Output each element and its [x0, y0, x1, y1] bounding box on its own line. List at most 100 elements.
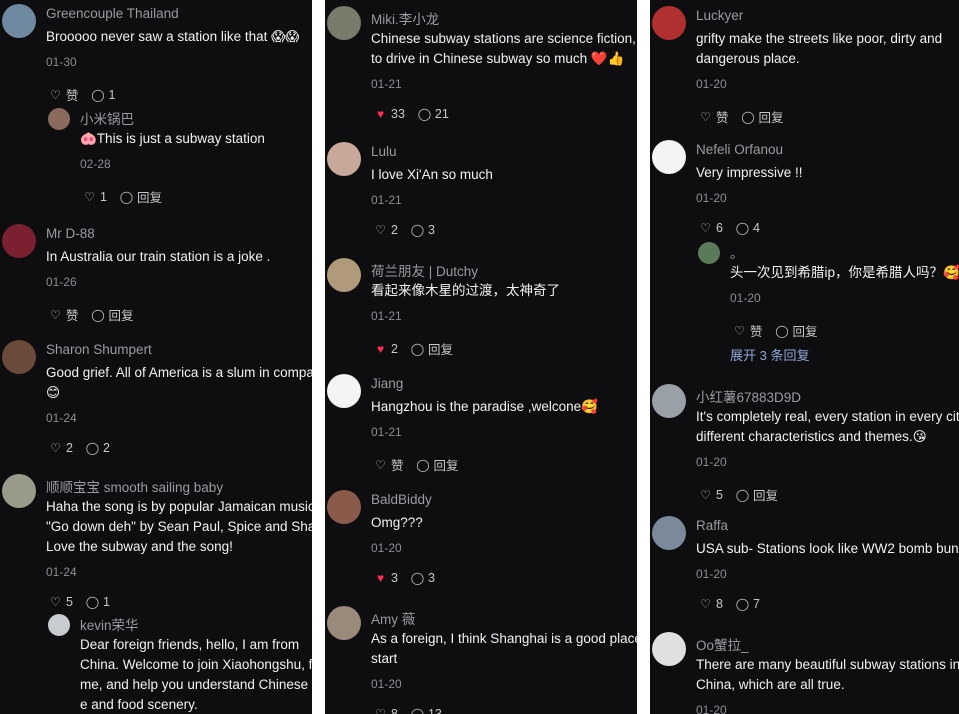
like-button[interactable]: ♡ 2 — [48, 441, 73, 455]
like-button[interactable]: ♡ 2 — [373, 223, 398, 237]
expand-replies-link[interactable]: 展开 3 条回复 — [730, 345, 809, 364]
reply-button[interactable]: ◯ 1 — [85, 595, 110, 609]
avatar[interactable] — [652, 632, 686, 666]
reply-button[interactable]: ◯ 2 — [85, 441, 110, 455]
heart-icon: ♡ — [375, 457, 386, 472]
like-button[interactable]: ♥ 3 — [373, 571, 398, 585]
reply-button[interactable]: ◯ 回复 — [410, 339, 453, 358]
avatar[interactable] — [2, 224, 36, 258]
like-button[interactable]: ♡ 赞 — [48, 305, 78, 324]
comment-author[interactable]: Mr D-88 — [46, 226, 95, 241]
reply-button[interactable]: ◯ 21 — [417, 107, 449, 121]
avatar[interactable] — [327, 374, 361, 408]
comment-actions: ♡ 8 ◯ 13 — [373, 707, 454, 714]
comment-author[interactable]: 荷兰朋友 | Dutchy — [371, 260, 478, 280]
comment-author[interactable]: BaldBiddy — [371, 492, 432, 507]
comment-actions: ♡ 8 ◯ 7 — [698, 597, 772, 611]
avatar[interactable] — [327, 490, 361, 524]
avatar[interactable] — [652, 516, 686, 550]
heart-icon: ♡ — [50, 441, 61, 455]
comment-author[interactable]: kevin荣华 — [80, 614, 139, 634]
like-count: 赞 — [66, 89, 79, 103]
comment-text-line: 看起来像木星的过渡，太神奇了 — [371, 283, 560, 298]
avatar[interactable] — [698, 242, 720, 264]
comment-text-line: Omg??? — [371, 515, 423, 530]
comment-author[interactable]: Oo蟹拉_ — [696, 634, 749, 654]
comment-bubble-icon: ◯ — [85, 595, 100, 609]
avatar[interactable] — [327, 258, 361, 292]
like-button[interactable]: ♡ 赞 — [48, 85, 79, 104]
heart-icon: ♥ — [376, 107, 385, 121]
reply-button[interactable]: ◯ 13 — [410, 707, 442, 714]
comment-author[interactable]: Luckyer — [696, 8, 743, 23]
like-button[interactable]: ♡ 5 — [698, 488, 723, 502]
like-button[interactable]: ♡ 赞 — [373, 455, 403, 474]
reply-count: 4 — [752, 221, 760, 235]
like-button[interactable]: ♡ 8 — [373, 707, 398, 714]
reply-button[interactable]: ◯ 回复 — [91, 305, 133, 324]
comment-author[interactable]: 小红薯67883D9D — [696, 386, 801, 406]
like-button[interactable]: ♡ 1 — [82, 190, 107, 204]
reply-button[interactable]: ◯ 3 — [410, 571, 435, 585]
comment-author[interactable]: Amy 薇 — [371, 608, 415, 628]
like-button[interactable]: ♡ 赞 — [732, 321, 762, 340]
comment-text-line: I love Xi'An so much — [371, 167, 493, 182]
comment-column-2: Miki.李小龙 Chinese subway stations are scie… — [325, 0, 637, 714]
avatar[interactable] — [2, 474, 36, 508]
comment-actions: ♡ 赞 ◯ 回复 — [732, 321, 830, 340]
like-button[interactable]: ♡ 5 — [48, 595, 73, 609]
comment-author[interactable]: Sharon Shumpert — [46, 342, 152, 357]
avatar[interactable] — [327, 606, 361, 640]
like-button[interactable]: ♥ 33 — [373, 107, 405, 121]
comment-author[interactable]: 顺顺宝宝 smooth sailing baby — [46, 476, 223, 496]
comment-text-line: grifty make the streets like poor, dirty… — [696, 31, 943, 46]
like-button[interactable]: ♥ 2 — [373, 342, 398, 356]
comment-author[interactable]: Miki.李小龙 — [371, 8, 439, 28]
avatar[interactable] — [2, 340, 36, 374]
comment-bubble-icon: ◯ — [85, 441, 100, 455]
comment-bubble-icon: ◯ — [735, 487, 750, 502]
reply-button[interactable]: ◯ 回复 — [416, 455, 459, 474]
like-count: 6 — [716, 221, 723, 235]
reply-count: 1 — [102, 595, 110, 609]
reply-button[interactable]: ◯ 回复 — [775, 321, 817, 340]
like-button[interactable]: ♡ 6 — [698, 221, 723, 235]
reply-count: 回复 — [433, 459, 459, 473]
heart-icon: ♥ — [376, 571, 385, 585]
reply-button[interactable]: ◯ 回复 — [735, 485, 778, 504]
comment-date: 01-20 — [696, 455, 727, 469]
avatar[interactable] — [652, 140, 686, 174]
comment-author[interactable]: Jiang — [371, 376, 403, 391]
comment-author[interactable]: Greencouple Thailand — [46, 6, 179, 21]
comment-author[interactable]: 。 — [730, 242, 744, 262]
comment-author[interactable]: Nefeli Orfanou — [696, 142, 783, 157]
reply-button[interactable]: ◯ 回复 — [741, 107, 783, 126]
reply-button[interactable]: ◯ 3 — [410, 223, 435, 237]
avatar[interactable] — [327, 6, 361, 40]
avatar[interactable] — [652, 6, 686, 40]
avatar[interactable] — [48, 614, 70, 636]
comment-text-line: Chinese subway stations are science fict… — [371, 31, 637, 46]
like-button[interactable]: ♡ 赞 — [698, 107, 728, 126]
avatar[interactable] — [652, 384, 686, 418]
avatar[interactable] — [48, 108, 70, 130]
comment-text-line: different characteristics and themes.😘 — [696, 429, 927, 444]
reply-button[interactable]: ◯ 7 — [735, 597, 760, 611]
comment-author[interactable]: Raffa — [696, 518, 728, 533]
comment-bubble-icon: ◯ — [119, 189, 134, 204]
comment-text-line: to drive in Chinese subway so much ❤️👍 — [371, 51, 625, 66]
comment-author[interactable]: 小米锅巴 — [80, 108, 134, 128]
reply-button[interactable]: ◯ 1 — [91, 88, 115, 102]
avatar[interactable] — [2, 4, 36, 38]
comment-date: 01-20 — [371, 541, 402, 555]
comment-bubble-icon: ◯ — [410, 571, 425, 585]
comment-text-line: Very impressive !! — [696, 165, 803, 180]
reply-count: 7 — [752, 597, 760, 611]
reply-count: 21 — [434, 107, 449, 121]
avatar[interactable] — [327, 142, 361, 176]
like-button[interactable]: ♡ 8 — [698, 597, 723, 611]
reply-button[interactable]: ◯ 4 — [735, 221, 760, 235]
comment-date: 01-24 — [46, 565, 77, 579]
comment-author[interactable]: Lulu — [371, 144, 397, 159]
reply-button[interactable]: ◯ 回复 — [119, 187, 162, 206]
